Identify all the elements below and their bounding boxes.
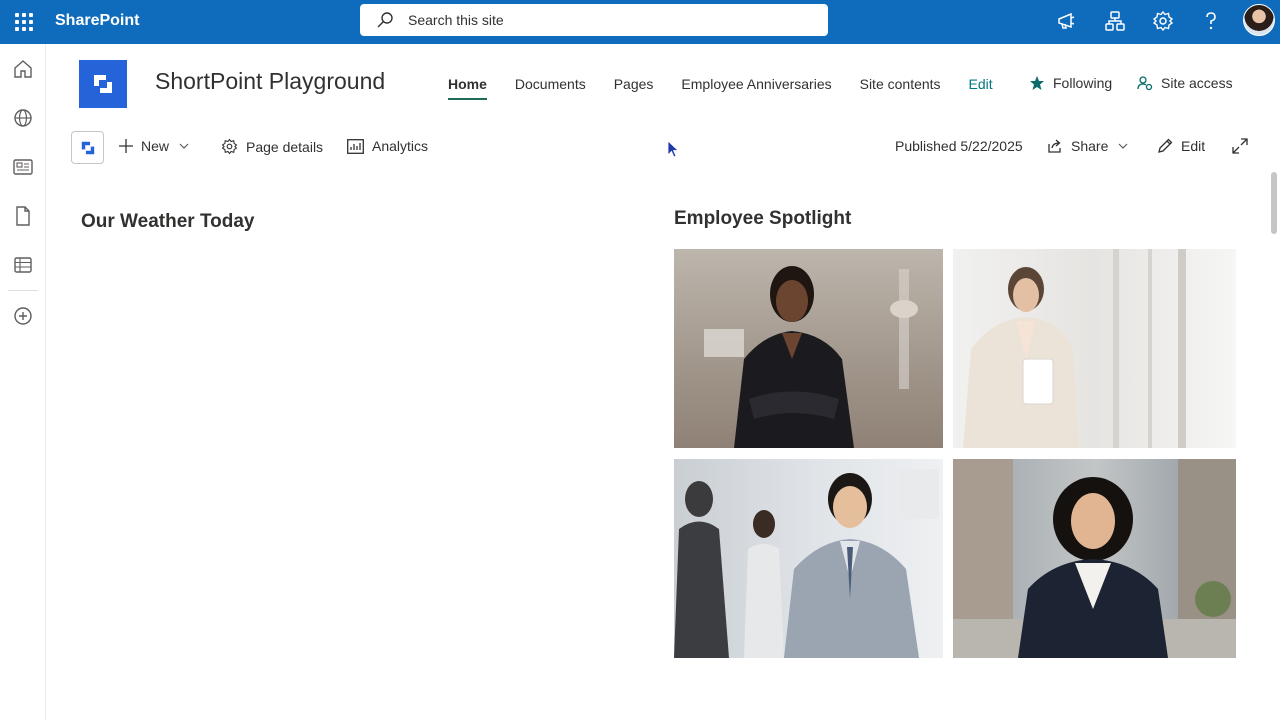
share-label: Share: [1071, 138, 1109, 154]
list-icon[interactable]: [12, 254, 34, 276]
globe-icon[interactable]: [12, 107, 34, 129]
org-chart-icon[interactable]: [1104, 10, 1126, 32]
employee-photo: [704, 266, 918, 448]
analytics-label: Analytics: [372, 138, 429, 154]
spotlight-photo-1[interactable]: [674, 249, 943, 448]
search-placeholder: Search this site: [408, 12, 504, 28]
new-button[interactable]: New: [119, 138, 197, 154]
new-label: New: [141, 138, 170, 154]
analytics-icon: [347, 138, 364, 154]
employee-photo: [963, 249, 1186, 448]
nav-home[interactable]: Home: [448, 76, 487, 100]
shortpoint-button[interactable]: [71, 131, 104, 164]
weather-section-title: Our Weather Today: [81, 211, 255, 232]
help-icon[interactable]: [1200, 10, 1222, 32]
document-icon[interactable]: [12, 205, 34, 227]
app-name[interactable]: SharePoint: [55, 12, 139, 30]
shortpoint-logo-icon: [94, 75, 112, 93]
home-icon[interactable]: [12, 58, 34, 80]
star-icon: [1030, 76, 1044, 90]
scrollbar-thumb[interactable]: [1271, 172, 1277, 234]
shortpoint-logo-icon: [81, 141, 94, 154]
site-navigation: Home Documents Pages Employee Anniversar…: [448, 76, 1021, 100]
edit-button[interactable]: Edit: [1157, 138, 1205, 154]
nav-documents[interactable]: Documents: [515, 76, 586, 100]
employee-photo: [674, 469, 939, 658]
nav-pages[interactable]: Pages: [614, 76, 654, 100]
spotlight-photo-4[interactable]: [953, 459, 1236, 658]
share-icon: [1048, 139, 1061, 153]
site-access-button[interactable]: Site access: [1137, 75, 1233, 91]
following-button[interactable]: Following: [1029, 75, 1112, 91]
add-circle-icon[interactable]: [12, 305, 34, 327]
suite-bar: SharePoint Search this site: [0, 0, 1280, 44]
mouse-cursor-icon: [667, 140, 679, 158]
spotlight-section-title: Employee Spotlight: [674, 208, 852, 229]
gear-icon: [221, 138, 238, 155]
people-settings-icon: [1137, 76, 1153, 91]
published-label: Published 5/22/2025: [895, 138, 1023, 154]
left-rail: [0, 44, 46, 720]
site-logo[interactable]: [79, 60, 127, 108]
app-launcher-icon[interactable]: [12, 11, 34, 33]
page-details-label: Page details: [246, 138, 324, 155]
pencil-icon: [1158, 138, 1173, 153]
nav-edit-link[interactable]: Edit: [969, 76, 993, 100]
page-details-button[interactable]: Page details: [221, 138, 323, 155]
expand-button[interactable]: [1232, 138, 1256, 154]
edit-label: Edit: [1181, 138, 1206, 154]
nav-employee-anniversaries[interactable]: Employee Anniversaries: [681, 76, 831, 100]
search-icon: [377, 12, 393, 28]
news-icon[interactable]: [12, 156, 34, 178]
employee-photo: [953, 459, 1236, 658]
spotlight-photo-2[interactable]: [953, 249, 1236, 448]
avatar[interactable]: [1243, 4, 1275, 36]
rail-divider: [8, 290, 38, 291]
chevron-down-icon: [179, 143, 189, 149]
published-status: Published 5/22/2025: [895, 138, 1023, 154]
command-bar: New Page details Analytics Published 5/2…: [70, 130, 1260, 166]
spotlight-photo-3[interactable]: [674, 459, 943, 658]
share-button[interactable]: Share: [1047, 138, 1136, 154]
search-input[interactable]: Search this site: [360, 4, 828, 36]
following-label: Following: [1053, 75, 1113, 91]
gear-icon[interactable]: [1152, 10, 1174, 32]
chevron-down-icon: [1118, 143, 1128, 149]
expand-icon: [1232, 138, 1248, 154]
analytics-button[interactable]: Analytics: [347, 138, 428, 154]
plus-icon: [119, 139, 133, 153]
nav-site-contents[interactable]: Site contents: [860, 76, 941, 100]
megaphone-icon[interactable]: [1056, 10, 1078, 32]
site-title[interactable]: ShortPoint Playground: [155, 68, 385, 95]
site-access-label: Site access: [1161, 75, 1233, 91]
